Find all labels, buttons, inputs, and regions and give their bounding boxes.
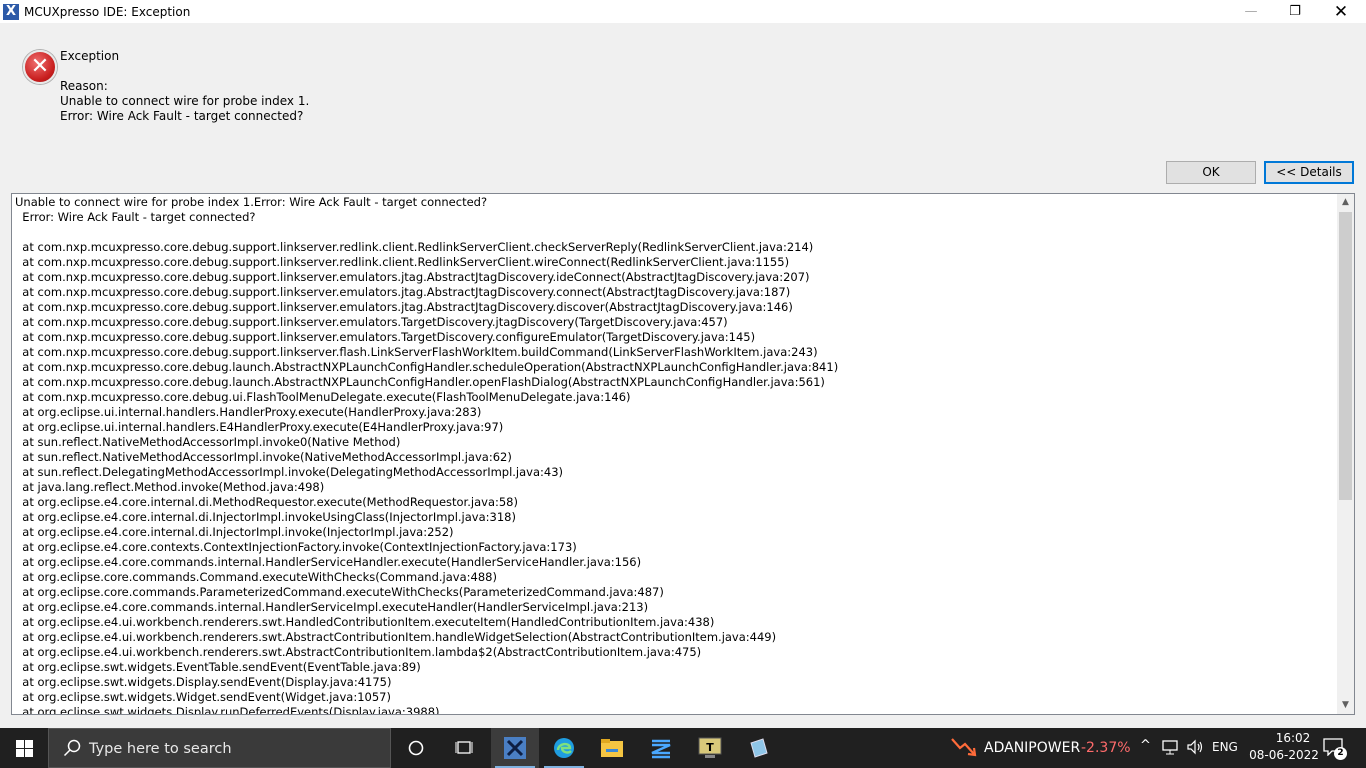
reason-line-1: Unable to connect wire for probe index 1… [60,94,310,108]
stack-trace-line: at com.nxp.mcuxpresso.core.debug.support… [15,285,791,299]
title-bar: X MCUXpresso IDE: Exception — ❐ ✕ [0,0,1366,23]
edge-icon[interactable] [540,728,588,768]
minimize-button[interactable]: — [1228,0,1274,23]
stack-trace-line: Error: Wire Ack Fault - target connected… [15,210,256,224]
window-title: MCUXpresso IDE: Exception [24,5,191,19]
stack-trace-line: at org.eclipse.e4.core.commands.internal… [15,600,649,614]
scroll-up-arrow-icon[interactable]: ▲ [1337,194,1354,211]
ok-button[interactable]: OK [1166,161,1256,184]
windows-logo-icon [15,739,33,757]
error-icon: ✕ [23,50,57,84]
app-icon[interactable] [735,728,783,768]
stack-trace-line: at org.eclipse.core.commands.Command.exe… [15,570,497,584]
stack-trace-line: at org.eclipse.swt.widgets.Display.sendE… [15,675,392,689]
stack-trace-line: at org.eclipse.swt.widgets.Display.runDe… [15,705,440,715]
stack-trace-line: at org.eclipse.core.commands.Parameteriz… [15,585,664,599]
stack-trace-line: at com.nxp.mcuxpresso.core.debug.support… [15,240,814,254]
svg-text:T: T [706,741,714,754]
search-placeholder: Type here to search [89,741,232,757]
stack-trace-line: at sun.reflect.NativeMethodAccessorImpl.… [15,435,401,449]
language-indicator[interactable]: ENG [1212,740,1238,754]
stack-trace-line: at org.eclipse.e4.ui.workbench.renderers… [15,645,702,659]
scroll-down-arrow-icon[interactable]: ▼ [1337,697,1354,714]
stack-trace-line: at org.eclipse.e4.core.internal.di.Metho… [15,495,518,509]
stack-trace-line: Unable to connect wire for probe index 1… [15,195,488,209]
stack-trace-line: at com.nxp.mcuxpresso.core.debug.support… [15,255,790,269]
file-explorer-icon[interactable] [588,728,636,768]
stock-change[interactable]: -2.37% [1081,740,1131,756]
clock-date[interactable]: 08-06-2022 [1248,748,1320,763]
taskbar-search-box[interactable]: Type here to search [48,728,391,768]
stack-trace-line [15,225,838,240]
tera-term-icon[interactable]: T [686,728,734,768]
stack-trace-line: at org.eclipse.e4.core.contexts.ContextI… [15,540,577,554]
details-textarea[interactable]: Unable to connect wire for probe index 1… [11,193,1355,715]
close-button[interactable]: ✕ [1318,0,1364,23]
mcuxpresso-taskbar-icon[interactable] [491,728,539,768]
stack-trace-line: at org.eclipse.ui.internal.handlers.Hand… [15,405,482,419]
taskbar: Type here to search T ADANIPOWER -2.37% … [0,728,1366,768]
stock-down-icon [951,738,977,757]
task-view-icon[interactable] [440,728,488,768]
stack-trace-line: at com.nxp.mcuxpresso.core.debug.ui.Flas… [15,390,631,404]
stack-trace-line: at com.nxp.mcuxpresso.core.debug.launch.… [15,375,825,389]
stack-trace-line: at com.nxp.mcuxpresso.core.debug.support… [15,270,810,284]
maximize-button[interactable]: ❐ [1272,0,1318,23]
stack-trace-line: at com.nxp.mcuxpresso.core.debug.support… [15,345,818,359]
stack-trace-line: at org.eclipse.swt.widgets.EventTable.se… [15,660,421,674]
exception-heading: Exception [60,49,120,63]
stack-trace-line: at org.eclipse.swt.widgets.Widget.sendEv… [15,690,391,704]
stack-trace-line: at com.nxp.mcuxpresso.core.debug.launch.… [15,360,839,374]
network-icon[interactable] [1162,739,1180,755]
stack-trace-line: at org.eclipse.e4.ui.workbench.renderers… [15,630,777,644]
reason-label: Reason: [60,79,108,93]
stock-ticker[interactable]: ADANIPOWER [984,740,1080,756]
tray-chevron-icon[interactable]: ^ [1140,738,1151,753]
stack-trace-line: at sun.reflect.DelegatingMethodAccessorI… [15,465,564,479]
scrollbar-thumb[interactable] [1339,212,1352,500]
search-icon [63,739,81,757]
reason-line-2: Error: Wire Ack Fault - target connected… [60,109,304,123]
stack-trace-line: at sun.reflect.NativeMethodAccessorImpl.… [15,450,512,464]
stack-trace: Unable to connect wire for probe index 1… [15,195,839,715]
stack-trace-line: at org.eclipse.ui.internal.handlers.E4Ha… [15,420,504,434]
stack-trace-line: at java.lang.reflect.Method.invoke(Metho… [15,480,325,494]
stack-trace-line: at com.nxp.mcuxpresso.core.debug.support… [15,330,756,344]
mcuxpresso-app-icon: X [3,4,19,20]
cortana-icon[interactable] [392,728,440,768]
stack-trace-line: at org.eclipse.e4.core.internal.di.Injec… [15,525,454,539]
notification-count-badge: 2 [1334,747,1347,760]
stack-trace-line: at org.eclipse.e4.core.commands.internal… [15,555,642,569]
stack-trace-line: at org.eclipse.e4.core.internal.di.Injec… [15,510,516,524]
vertical-scrollbar[interactable]: ▲ ▼ [1337,194,1354,714]
details-button[interactable]: << Details [1264,161,1354,184]
stack-trace-line: at com.nxp.mcuxpresso.core.debug.support… [15,300,793,314]
mcuxpresso-config-icon[interactable] [637,728,685,768]
stack-trace-line: at com.nxp.mcuxpresso.core.debug.support… [15,315,728,329]
clock-time[interactable]: 16:02 [1264,731,1322,746]
stack-trace-line: at org.eclipse.e4.ui.workbench.renderers… [15,615,715,629]
start-button[interactable] [0,728,48,768]
volume-icon[interactable] [1186,739,1204,755]
